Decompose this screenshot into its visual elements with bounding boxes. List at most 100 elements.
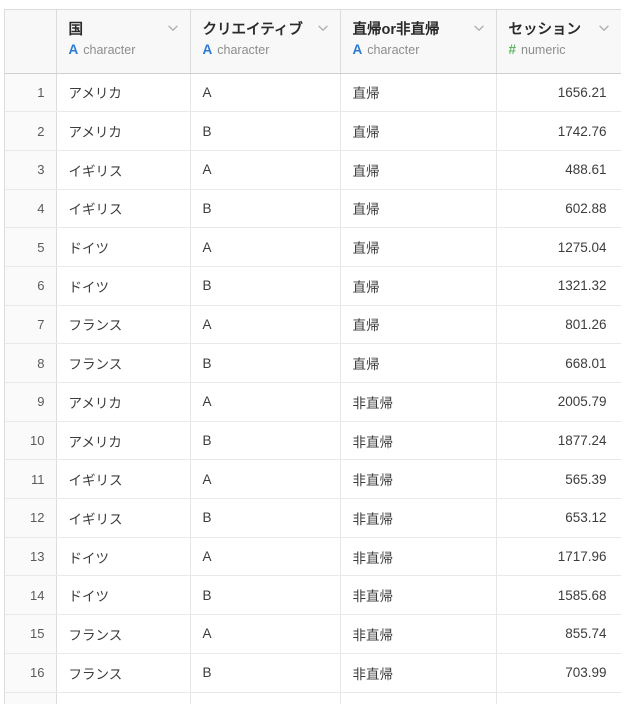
cell-r9-c1[interactable]: B [190,421,341,461]
cell-r2-c1[interactable]: A [190,150,341,190]
cell-r5-c2[interactable]: 直帰 [340,266,497,306]
cell-r7-c3[interactable]: 668.01 [496,343,621,383]
cell-r12-c0[interactable]: ドイツ [56,537,191,577]
cell-r14-c0[interactable]: フランス [56,614,191,654]
column-header-0[interactable]: 国 Acharacter [56,10,191,74]
table-row[interactable]: 5 ドイツ A 直帰 1275.04 [5,227,621,267]
cell-r7-c2[interactable]: 直帰 [340,343,497,383]
cell-r12-c2[interactable]: 非直帰 [340,537,497,577]
cell-r3-c3[interactable]: 602.88 [496,189,621,229]
cell-r9-c3[interactable]: 1877.24 [496,421,621,461]
cell-r13-c3[interactable]: 1585.68 [496,575,621,616]
cell-r5-c1[interactable]: B [190,266,341,306]
cell-r10-c2[interactable]: 非直帰 [340,459,497,500]
table-row[interactable]: 4 イギリス B 直帰 602.88 [5,189,621,229]
data-grid[interactable]: 国 Acharacter クリエイティブ Acharacter 直帰or非直帰 Achar… [4,9,621,704]
cell-r2-c3[interactable]: 488.61 [496,150,621,190]
cell-r1-c2[interactable]: 直帰 [340,111,497,151]
cell-r8-c1[interactable]: A [190,382,341,422]
cell-r3-c1[interactable]: B [190,189,341,229]
cell-r4-c0[interactable]: ドイツ [56,227,191,267]
cell-r6-c2[interactable]: 直帰 [340,305,497,345]
table-row[interactable]: 14 ドイツ B 非直帰 1585.68 [5,575,621,616]
cell-r6-c3[interactable]: 801.26 [496,305,621,345]
cell-r13-c0[interactable]: ドイツ [56,575,191,616]
numeric-type-icon: # [508,42,517,57]
chevron-down-icon[interactable] [316,21,330,35]
table-row[interactable]: 16 フランス B 非直帰 703.99 [5,653,621,693]
cell-r7-c1[interactable]: B [190,343,341,383]
table-row[interactable]: 6 ドイツ B 直帰 1321.32 [5,266,621,306]
cell-r15-c3[interactable]: 703.99 [496,653,621,693]
cell-r0-c2[interactable]: 直帰 [340,73,497,113]
cell-r10-c1[interactable]: A [190,459,341,500]
cell-r10-c3[interactable]: 565.39 [496,459,621,500]
partial-next-row [5,692,621,704]
character-type-icon: A [352,42,363,57]
cell-r15-c2[interactable]: 非直帰 [340,653,497,693]
chevron-down-icon[interactable] [166,21,180,35]
table-row[interactable]: 10 アメリカ B 非直帰 1877.24 [5,421,621,461]
cell-r15-c0[interactable]: フランス [56,653,191,693]
cell-r0-c3[interactable]: 1656.21 [496,73,621,113]
table-row[interactable]: 1 アメリカ A 直帰 1656.21 [5,73,621,113]
cell-r1-c3[interactable]: 1742.76 [496,111,621,151]
cell-r1-c1[interactable]: B [190,111,341,151]
cell-r8-c3[interactable]: 2005.79 [496,382,621,422]
cell-r12-c1[interactable]: A [190,537,341,577]
cell-r5-c3[interactable]: 1321.32 [496,266,621,306]
table-row[interactable]: 8 フランス B 直帰 668.01 [5,343,621,383]
column-header-2[interactable]: 直帰or非直帰 Acharacter [340,10,497,74]
row-number-cell: 15 [5,614,57,654]
cell-r6-c1[interactable]: A [190,305,341,345]
cell-r14-c1[interactable]: A [190,614,341,654]
header-row: 国 Acharacter クリエイティブ Acharacter 直帰or非直帰 Achar… [5,10,621,74]
column-header-1[interactable]: クリエイティブ Acharacter [190,10,341,74]
cell-r3-c2[interactable]: 直帰 [340,189,497,229]
cell-r2-c0[interactable]: イギリス [56,150,191,190]
column-header-3[interactable]: セッション # numeric [496,10,621,74]
table-row[interactable]: 15 フランス A 非直帰 855.74 [5,614,621,654]
cell-r11-c2[interactable]: 非直帰 [340,498,497,538]
cell-r0-c1[interactable]: A [190,73,341,113]
row-number-cell: 16 [5,653,57,693]
cell-r11-c1[interactable]: B [190,498,341,538]
cell-r15-c1[interactable]: B [190,653,341,693]
chevron-down-icon[interactable] [597,21,611,35]
table-row[interactable]: 13 ドイツ A 非直帰 1717.96 [5,537,621,577]
table-row[interactable]: 12 イギリス B 非直帰 653.12 [5,498,621,538]
cell-r9-c0[interactable]: アメリカ [56,421,191,461]
table-row[interactable]: 11 イギリス A 非直帰 565.39 [5,459,621,500]
cell-r2-c2[interactable]: 直帰 [340,150,497,190]
cell-r11-c3[interactable]: 653.12 [496,498,621,538]
table-row[interactable]: 3 イギリス A 直帰 488.61 [5,150,621,190]
cell-r3-c0[interactable]: イギリス [56,189,191,229]
cell-r10-c0[interactable]: イギリス [56,459,191,500]
cell-r13-c2[interactable]: 非直帰 [340,575,497,616]
cell-r4-c1[interactable]: A [190,227,341,267]
cell-r0-c0[interactable]: アメリカ [56,73,191,113]
cell-r7-c0[interactable]: フランス [56,343,191,383]
column-type-label-3: numeric [521,43,566,57]
cell-r1-c0[interactable]: アメリカ [56,111,191,151]
cell-r9-c2[interactable]: 非直帰 [340,421,497,461]
cell-r12-c3[interactable]: 1717.96 [496,537,621,577]
table-row[interactable]: 7 フランス A 直帰 801.26 [5,305,621,345]
cell-r14-c2[interactable]: 非直帰 [340,614,497,654]
table-row[interactable]: 2 アメリカ B 直帰 1742.76 [5,111,621,151]
table-row[interactable]: 9 アメリカ A 非直帰 2005.79 [5,382,621,422]
cell-r8-c0[interactable]: アメリカ [56,382,191,422]
column-header-top-0: 国 [69,17,180,39]
cell-r13-c1[interactable]: B [190,575,341,616]
cell-r5-c0[interactable]: ドイツ [56,266,191,306]
cell-partial-c2 [340,692,497,704]
cell-r8-c2[interactable]: 非直帰 [340,382,497,422]
cell-r6-c0[interactable]: フランス [56,305,191,345]
chevron-down-icon[interactable] [472,21,486,35]
cell-r14-c3[interactable]: 855.74 [496,614,621,654]
cell-r4-c3[interactable]: 1275.04 [496,227,621,267]
cell-r4-c2[interactable]: 直帰 [340,227,497,267]
row-number-cell: 1 [5,73,57,113]
cell-r11-c0[interactable]: イギリス [56,498,191,538]
row-number-cell: 8 [5,343,57,383]
